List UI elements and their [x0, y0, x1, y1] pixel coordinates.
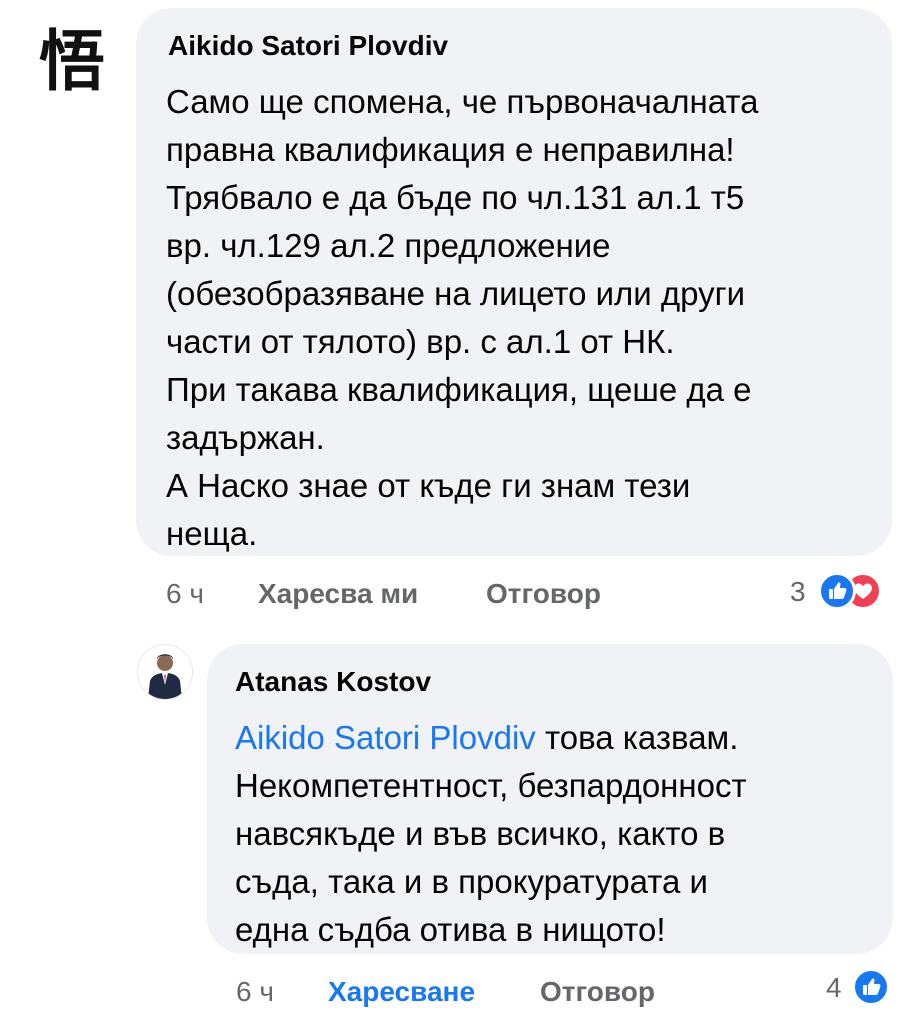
reply-timestamp[interactable]: 6 ч: [236, 976, 274, 1008]
comment-line: неща.: [166, 515, 258, 552]
reply-author[interactable]: Atanas Kostov: [235, 666, 431, 698]
mention-link[interactable]: Aikido Satori Plovdiv: [235, 719, 536, 756]
reaction-count: 4: [826, 972, 842, 1003]
like-reaction-icon: [852, 968, 890, 1006]
page-avatar[interactable]: 悟: [22, 10, 122, 110]
like-reaction-icon: [818, 572, 856, 610]
reply-first-line-rest: това казвам.: [535, 719, 739, 756]
comment-line: При такава квалификация, щеше да е: [166, 371, 752, 408]
reply-line: навсякъде и във всичко, както в: [235, 815, 726, 852]
reply-button[interactable]: Отговор: [540, 976, 655, 1008]
comment-author[interactable]: Aikido Satori Plovdiv: [168, 30, 448, 62]
person-photo-icon: [138, 645, 192, 699]
reply-bubble: Atanas Kostov Aikido Satori Plovdiv това…: [207, 644, 893, 954]
reply-text: Aikido Satori Plovdiv това казвам. Неком…: [235, 714, 885, 954]
reactions-summary[interactable]: 4: [826, 968, 896, 1008]
calligraphy-logo-icon: 悟: [22, 10, 122, 110]
reply-line: Некомпетентност, безпардонност: [235, 767, 747, 804]
svg-text:悟: 悟: [39, 22, 105, 100]
comment-line: задържан.: [166, 419, 325, 456]
reaction-count: 3: [790, 576, 806, 607]
comment-text: Само ще спомена, че първоначалната правн…: [166, 78, 866, 558]
reply-button[interactable]: Отговор: [486, 578, 601, 610]
reactions-summary[interactable]: 3: [790, 572, 900, 612]
comment-line: правна квалификация е неправилна!: [166, 131, 735, 168]
comment-bubble: Aikido Satori Plovdiv Само ще спомена, ч…: [136, 8, 892, 556]
comment-line: А Наско знае от къде ги знам тези: [166, 467, 691, 504]
like-button[interactable]: Харесва ми: [258, 578, 418, 610]
user-avatar[interactable]: [137, 644, 193, 700]
comment-timestamp[interactable]: 6 ч: [166, 578, 204, 610]
comment-line: (обезобразяване на лицето или други: [166, 275, 746, 312]
comment-line: части от тялото) вр. с ал.1 от НК.: [166, 323, 675, 360]
reply-line: една съдба отива в нищото!: [235, 911, 666, 948]
comment-line: Трябвало е да бъде по чл.131 ал.1 т5: [166, 179, 745, 216]
like-button[interactable]: Харесване: [328, 976, 475, 1008]
comment-line: Само ще спомена, че първоначалната: [166, 83, 759, 120]
reply-line: съда, така и в прокуратурата и: [235, 863, 708, 900]
comment-line: вр. чл.129 ал.2 предложение: [166, 227, 611, 264]
reply-first-line: Aikido Satori Plovdiv това казвам.: [235, 714, 885, 762]
